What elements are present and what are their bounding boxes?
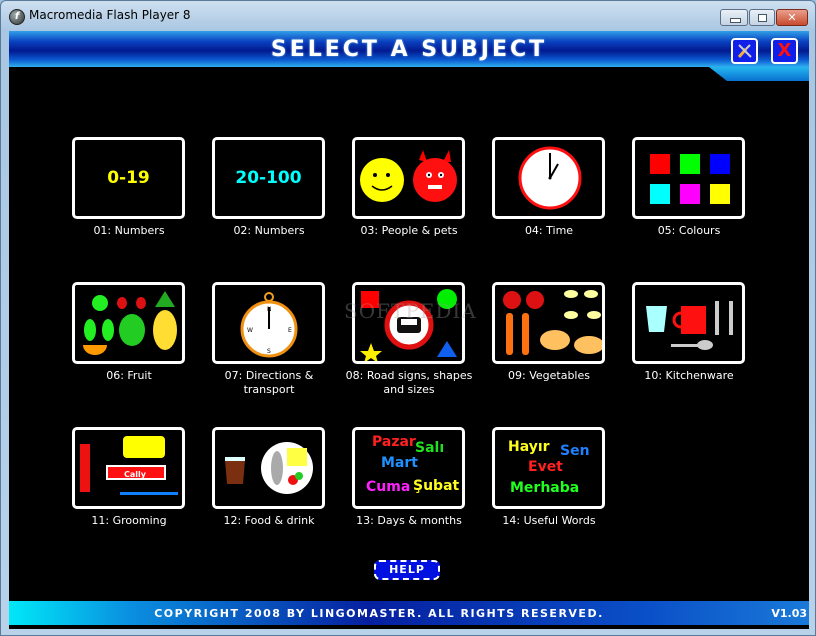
- exit-button[interactable]: X: [771, 38, 798, 64]
- subject-label-10[interactable]: 10: Kitchenware: [619, 369, 759, 383]
- subject-tile-13[interactable]: Pazar Salı Mart Cuma Şubat: [352, 427, 465, 509]
- svg-text:N: N: [267, 306, 272, 313]
- toothpaste-brand: Cally: [124, 470, 147, 479]
- flash-stage: SELECT A SUBJECT X 0-19 01: Numbers 20-1…: [9, 31, 809, 629]
- food-drink-icon: [225, 442, 313, 494]
- swatch-green: [680, 154, 700, 174]
- subject-label-02[interactable]: 02: Numbers: [199, 224, 339, 238]
- subject-label-06[interactable]: 06: Fruit: [59, 369, 199, 383]
- version-label: V1.03: [771, 607, 807, 620]
- subject-tile-03[interactable]: [352, 137, 465, 219]
- window-close-button[interactable]: ✕: [776, 9, 808, 26]
- grooming-icon: Cally: [80, 436, 178, 495]
- copyright-text: COPYRIGHT 2008 BY LINGOMASTER. ALL RIGHT…: [154, 607, 604, 620]
- numbers-0-19-preview: 0-19: [107, 168, 150, 188]
- word-sali: Salı: [415, 440, 445, 456]
- road-signs-icon: [360, 289, 457, 361]
- header-bar: SELECT A SUBJECT X: [9, 31, 809, 67]
- word-merhaba: Merhaba: [510, 480, 580, 496]
- subject-tile-14[interactable]: Hayır Sen Evet Merhaba: [492, 427, 605, 509]
- word-hayir: Hayır: [508, 439, 550, 455]
- subject-tile-09[interactable]: [492, 282, 605, 364]
- numbers-20-100-preview: 20-100: [235, 168, 302, 188]
- flash-player-icon: f: [9, 9, 25, 25]
- subject-tile-04[interactable]: [492, 137, 605, 219]
- subject-tile-11[interactable]: Cally: [72, 427, 185, 509]
- subject-label-03[interactable]: 03: People & pets: [339, 224, 479, 238]
- svg-text:S: S: [267, 348, 271, 355]
- close-icon: X: [777, 40, 792, 61]
- footer-bar: COPYRIGHT 2008 BY LINGOMASTER. ALL RIGHT…: [9, 601, 809, 625]
- word-mart: Mart: [381, 455, 418, 471]
- word-subat: Şubat: [413, 478, 460, 494]
- subject-label-11[interactable]: 11: Grooming: [59, 514, 199, 528]
- subject-label-01[interactable]: 01: Numbers: [59, 224, 199, 238]
- subject-tile-07[interactable]: N S W E: [212, 282, 325, 364]
- subject-tile-01[interactable]: 0-19: [72, 137, 185, 219]
- minimize-button[interactable]: [720, 9, 748, 26]
- help-button[interactable]: HELP: [374, 560, 440, 580]
- subject-tile-02[interactable]: 20-100: [212, 137, 325, 219]
- title-bar: f Macromedia Flash Player 8 ✕: [1, 1, 815, 31]
- maximize-button[interactable]: [749, 9, 775, 26]
- window-title: Macromedia Flash Player 8: [29, 8, 191, 22]
- subject-label-05[interactable]: 05: Colours: [619, 224, 759, 238]
- word-cuma: Cuma: [366, 479, 411, 495]
- tools-icon: [737, 44, 752, 58]
- subject-label-14[interactable]: 14: Useful Words: [479, 514, 619, 528]
- swatch-red: [650, 154, 670, 174]
- swatch-blue: [710, 154, 730, 174]
- subject-label-07[interactable]: 07: Directions & transport: [199, 369, 339, 397]
- subject-tile-12[interactable]: [212, 427, 325, 509]
- fruit-icon: [83, 291, 177, 355]
- swatch-yellow: [710, 184, 730, 204]
- subject-label-04[interactable]: 04: Time: [479, 224, 619, 238]
- svg-text:W: W: [247, 327, 253, 334]
- word-evet: Evet: [528, 459, 563, 475]
- app-window: f Macromedia Flash Player 8 ✕ SELECT A S…: [0, 0, 816, 636]
- subject-label-08[interactable]: 08: Road signs, shapes and sizes: [339, 369, 479, 397]
- subject-tile-06[interactable]: [72, 282, 185, 364]
- kitchenware-icon: [646, 301, 733, 350]
- compass-icon: N S W E: [240, 292, 298, 358]
- vegetables-icon: [503, 290, 602, 355]
- subject-tile-10[interactable]: [632, 282, 745, 364]
- settings-button[interactable]: [731, 38, 758, 64]
- subject-label-13[interactable]: 13: Days & months: [339, 514, 479, 528]
- subject-label-12[interactable]: 12: Food & drink: [199, 514, 339, 528]
- swatch-magenta: [680, 184, 700, 204]
- svg-text:E: E: [288, 327, 292, 334]
- clock-icon: [518, 146, 582, 210]
- word-sen: Sen: [560, 443, 590, 459]
- header-tab-decoration: [709, 67, 809, 81]
- swatch-cyan: [650, 184, 670, 204]
- subject-label-09[interactable]: 09: Vegetables: [479, 369, 619, 383]
- subject-tile-05[interactable]: [632, 137, 745, 219]
- page-title: SELECT A SUBJECT: [270, 37, 548, 62]
- faces-icon: [360, 150, 457, 202]
- word-pazar: Pazar: [372, 434, 416, 450]
- subject-tile-08[interactable]: [352, 282, 465, 364]
